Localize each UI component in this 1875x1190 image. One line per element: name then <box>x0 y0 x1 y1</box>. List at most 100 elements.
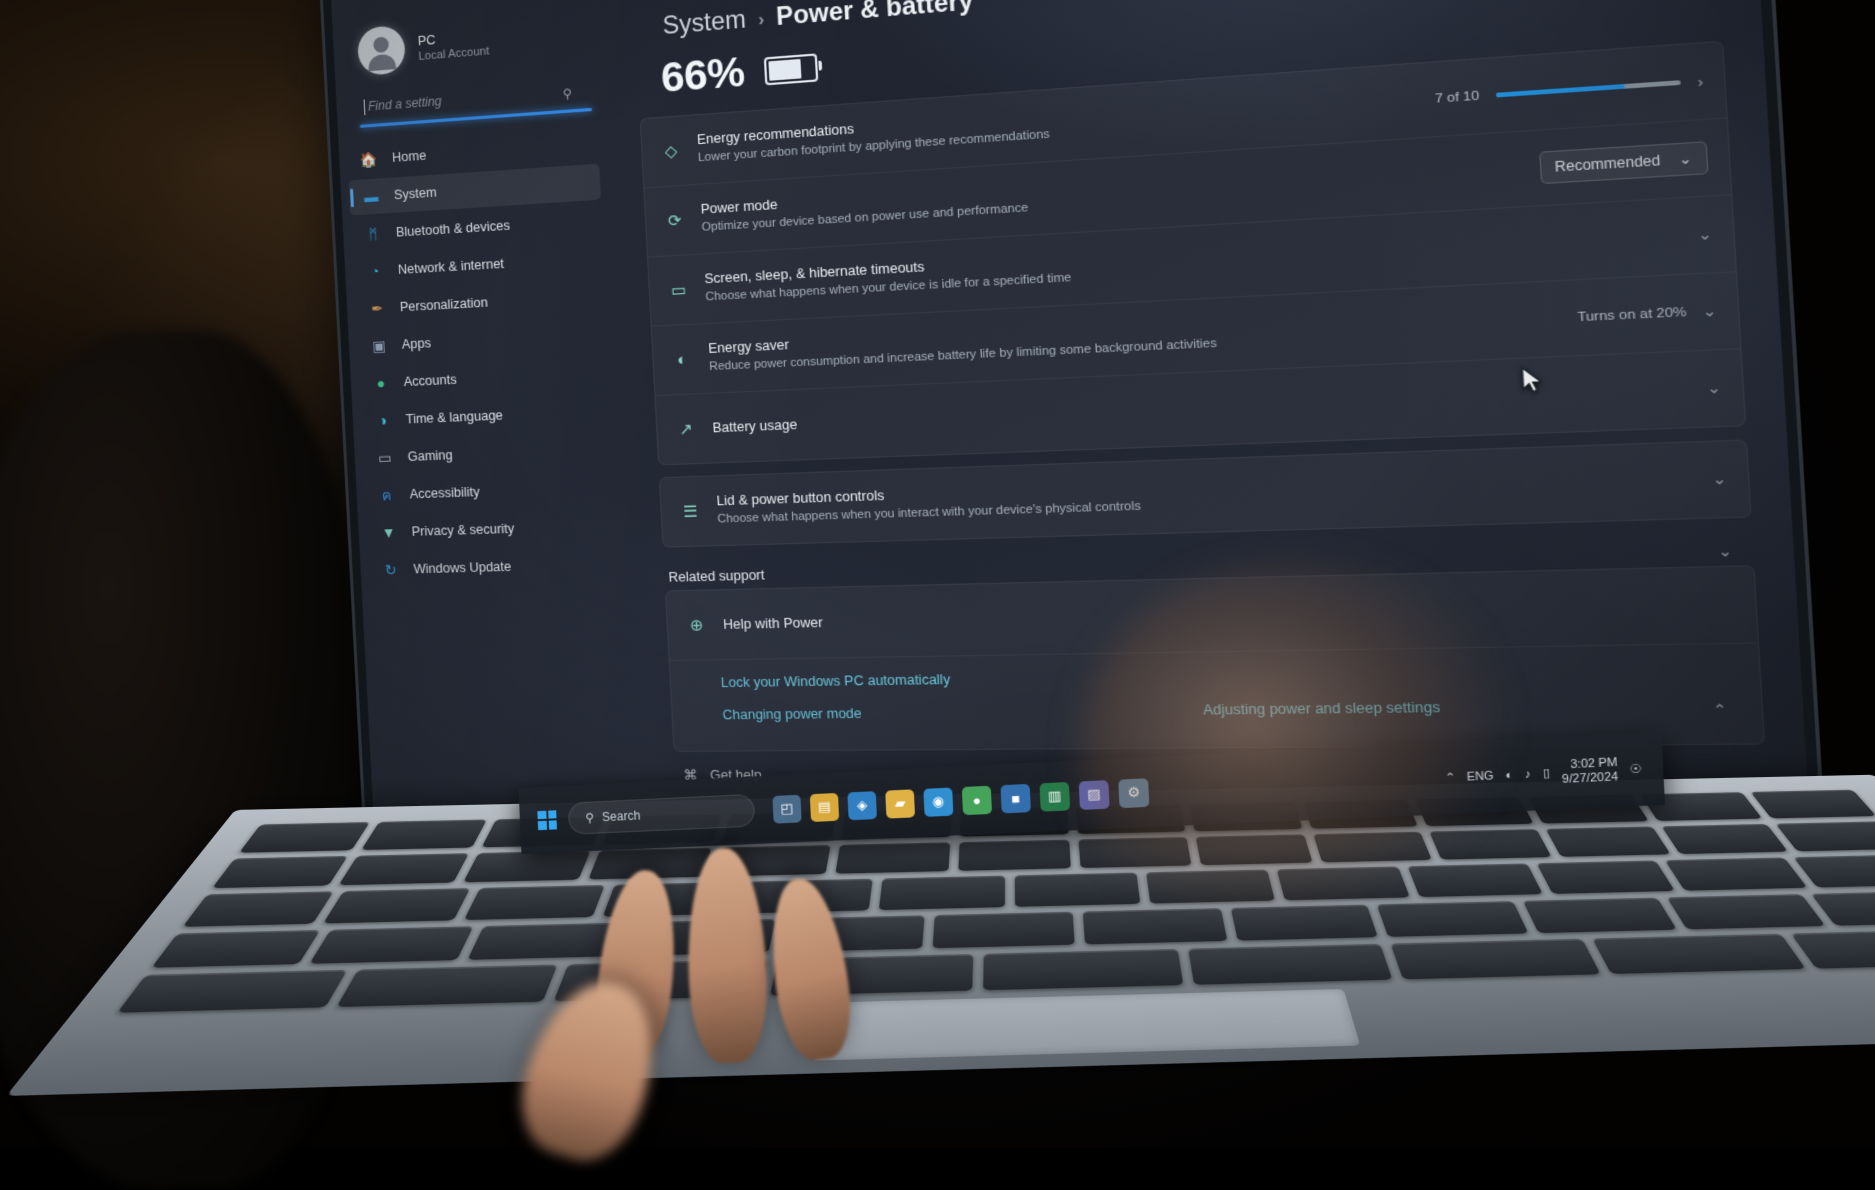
sidebar-item-label: Accounts <box>403 372 457 389</box>
bell-icon[interactable]: ☉ <box>1630 763 1642 777</box>
keyboard-key[interactable] <box>117 970 347 1013</box>
laptop: ⚲ Search ◰ ▤ ◈ ▰ ◉ ● ■ ▥ ▨ ⚙ ⌃ ENG ◐ ♪ ▯… <box>0 0 1875 1148</box>
keyboard-key[interactable] <box>1751 790 1875 818</box>
edge-icon[interactable]: ◉ <box>923 787 953 816</box>
folder-icon[interactable]: ▰ <box>885 789 915 818</box>
taskbar-search-placeholder: Search <box>602 808 641 824</box>
link-changing-power-mode[interactable]: Changing power mode <box>722 706 862 723</box>
keyboard-key[interactable] <box>310 926 474 964</box>
keyboard-key[interactable] <box>324 888 470 923</box>
breadcrumb-separator: › <box>757 9 765 33</box>
chevron-down-icon[interactable]: ⌄ <box>1678 150 1692 167</box>
typing-hand <box>560 830 980 1150</box>
sidebar-item-label: Windows Update <box>413 559 511 576</box>
keyboard-key[interactable] <box>338 853 469 885</box>
keyboard-key[interactable] <box>361 819 487 849</box>
sidebar-item-gaming[interactable]: ▭Gaming <box>362 431 615 476</box>
volume-icon[interactable]: ♪ <box>1524 768 1531 781</box>
keyboard-key[interactable] <box>1776 821 1875 851</box>
chevron-right-icon[interactable]: › <box>1697 72 1704 90</box>
sidebar-item-label: Privacy & security <box>411 521 514 539</box>
chevron-down-icon[interactable]: ⌄ <box>1717 542 1733 561</box>
clock-time: 3:02 PM <box>1570 756 1618 771</box>
search-icon[interactable]: ⚲ <box>562 86 572 101</box>
row-control[interactable]: ⌄ <box>1706 379 1722 398</box>
mouse-cursor <box>1521 366 1546 403</box>
keyboard-key[interactable] <box>1661 824 1788 855</box>
dropdown-value: Recommended <box>1554 152 1660 175</box>
keyboard-key[interactable] <box>1537 861 1675 894</box>
power-settings-card[interactable]: ◇Energy recommendationsLower your carbon… <box>640 41 1747 466</box>
windows-start-icon[interactable] <box>537 810 557 830</box>
sidebar-nav[interactable]: 🏠Home▬SystemᛗBluetooth & devices◔Network… <box>339 125 631 588</box>
keyboard-key[interactable] <box>337 965 558 1007</box>
row-control[interactable]: Turns on at 20% ⌄ <box>1577 302 1718 327</box>
excel-icon[interactable]: ▥ <box>1039 781 1070 811</box>
chevron-down-icon[interactable]: ⌄ <box>1697 225 1713 245</box>
search-placeholder: Find a setting <box>368 94 442 114</box>
settings-app: Settings ─ □ ✕ PC Local Account <box>330 0 1812 840</box>
keyboard-key[interactable] <box>983 949 1183 990</box>
recommendations-progress-bar <box>1496 80 1681 97</box>
keyboard-key[interactable] <box>1793 855 1875 888</box>
widgets-icon[interactable]: ◰ <box>772 794 801 823</box>
keyboard-key[interactable] <box>1522 897 1677 933</box>
chevron-down-icon[interactable]: ⌄ <box>1712 470 1728 489</box>
file-explorer-icon[interactable]: ▤ <box>810 792 839 821</box>
power-mode-dropdown[interactable]: Recommended ⌄ <box>1539 141 1709 184</box>
taskbar-clock[interactable]: 3:02 PM 9/27/2024 <box>1561 756 1619 788</box>
keyboard-key[interactable] <box>1592 934 1806 974</box>
keyboard-key[interactable] <box>1665 858 1807 891</box>
related-support-title: Related support <box>668 568 765 585</box>
wifi-icon[interactable]: ◐ <box>1505 769 1513 782</box>
user-avatar-icon[interactable] <box>357 25 406 76</box>
sidebar-item-label: Network & internet <box>398 256 505 277</box>
leaf-icon: ◇ <box>659 141 683 162</box>
search-input[interactable]: Find a setting ⚲ <box>358 78 583 126</box>
shield-icon: ▼ <box>379 522 399 542</box>
row-value: Turns on at 20% <box>1577 306 1687 325</box>
battery-tray-icon[interactable]: ▯ <box>1543 767 1551 781</box>
keyboard-key[interactable] <box>1546 826 1671 857</box>
keyboard-key[interactable] <box>1391 939 1600 979</box>
taskbar-search[interactable]: ⚲ Search <box>568 794 756 835</box>
paintbrush-icon: ✒ <box>367 298 387 319</box>
sidebar[interactable]: PC Local Account Find a setting ⚲ 🏠Home▬… <box>332 0 644 838</box>
keyboard-key[interactable] <box>183 891 334 926</box>
sidebar-item-accessibility[interactable]: ฅAccessibility <box>364 469 617 513</box>
keyboard-key[interactable] <box>1188 944 1392 985</box>
keyboard-key[interactable] <box>1667 894 1825 930</box>
row-control[interactable]: 7 of 10› <box>1435 72 1704 108</box>
chrome-icon[interactable]: ● <box>962 785 992 815</box>
keyboard-key[interactable] <box>212 856 348 889</box>
update-icon: ↻ <box>380 560 400 580</box>
row-control[interactable]: Recommended ⌄ <box>1539 141 1709 184</box>
breadcrumb-parent[interactable]: System <box>662 5 747 41</box>
chevron-down-icon[interactable]: ⌄ <box>1706 379 1722 398</box>
row-control[interactable]: ⌄ <box>1697 225 1713 245</box>
sidebar-item-label: Apps <box>401 336 431 352</box>
accounts-icon: ● <box>371 373 391 394</box>
list-controls-icon: ☰ <box>679 502 703 522</box>
keyboard-key[interactable] <box>1791 929 1875 968</box>
chart-icon: ↗ <box>674 419 698 439</box>
battery-percent: 66% <box>660 49 746 102</box>
sidebar-item-label: Bluetooth & devices <box>396 218 511 240</box>
account-block[interactable]: PC Local Account <box>332 0 602 78</box>
chevron-up-icon[interactable]: ⌃ <box>1712 701 1728 720</box>
chevron-down-icon[interactable]: ⌄ <box>1702 302 1718 322</box>
keyboard-key[interactable] <box>151 930 320 968</box>
clock-globe-icon: ◑ <box>373 410 393 431</box>
sidebar-item-privacy-security[interactable]: ▼ Privacy & security <box>366 507 619 550</box>
sidebar-item-label: Gaming <box>407 448 453 464</box>
copilot-icon[interactable]: ◈ <box>847 791 877 820</box>
keyboard-key[interactable] <box>239 822 369 852</box>
accessibility-icon: ฅ <box>377 485 397 505</box>
monitor-icon: ▭ <box>667 280 691 300</box>
keyboard-key[interactable] <box>1377 901 1528 937</box>
sidebar-item-windows-update[interactable]: ↻ Windows Update <box>368 546 622 588</box>
network-icon: ◔ <box>365 261 385 282</box>
keyboard-key[interactable] <box>1015 873 1141 907</box>
apps-icon: ▣ <box>369 335 389 356</box>
store-icon[interactable]: ■ <box>1000 783 1031 813</box>
